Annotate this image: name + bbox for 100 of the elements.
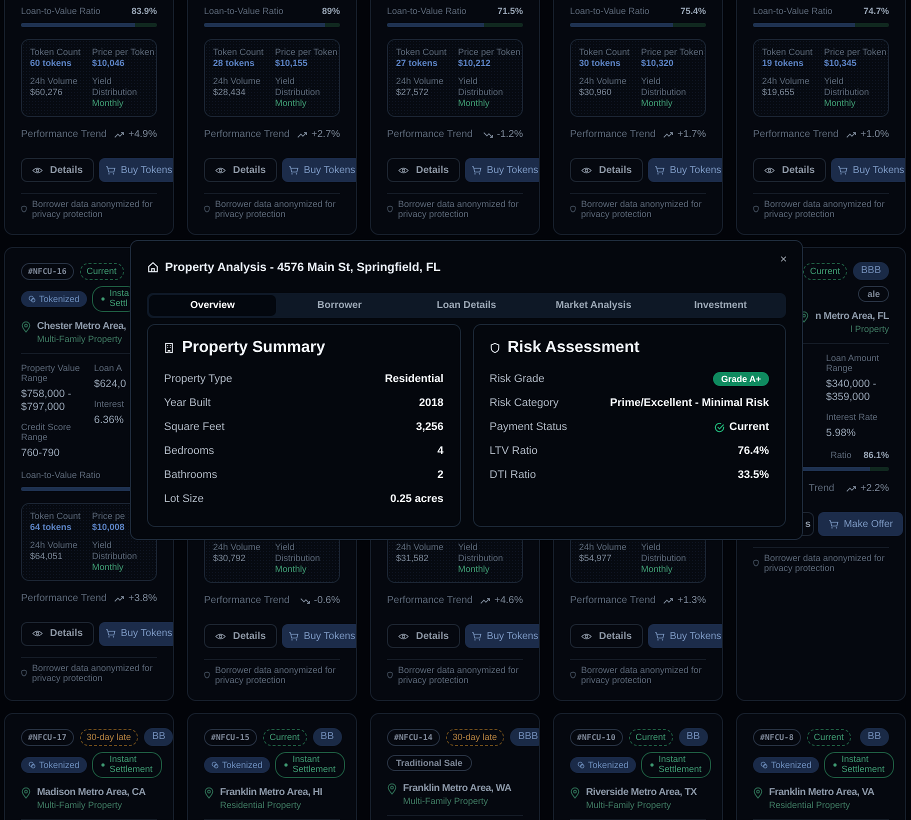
tab[interactable]: Loan Details	[403, 295, 530, 316]
field-value: Current	[729, 421, 769, 433]
dot-icon	[282, 760, 290, 769]
tag: Current	[806, 728, 851, 746]
tab[interactable]: Overview	[149, 295, 276, 316]
trend-label: Performance Trend	[21, 592, 107, 605]
cart-icon	[654, 632, 665, 640]
ltv-value: 86.1%	[863, 450, 889, 461]
badge: Tokenized	[21, 756, 87, 773]
trend-value: +2.7%	[311, 129, 340, 141]
ltv-value: 74.7%	[863, 6, 889, 17]
details-button[interactable]: Details	[570, 158, 643, 182]
tab[interactable]: Investment	[657, 295, 784, 316]
action-button[interactable]: Buy Tokens	[464, 624, 539, 648]
action-button[interactable]: Make Offer	[818, 512, 903, 536]
close-button[interactable]: ×	[774, 250, 792, 268]
dot-icon	[98, 760, 107, 769]
trend-value: +4.9%	[128, 129, 157, 141]
tab[interactable]: Market Analysis	[530, 295, 657, 316]
eye-icon	[398, 166, 409, 174]
stat-value: Monthly	[275, 564, 308, 575]
eye-icon	[581, 166, 592, 174]
shield-icon	[387, 205, 393, 213]
field-label: Square Feet	[164, 421, 225, 433]
location-pin-icon	[387, 783, 397, 795]
ltv-label: Loan-to-Value Ratio	[21, 470, 100, 481]
stat-label: Yield Distribution	[824, 76, 870, 98]
location-name: Franklin Metro Area, VA	[769, 786, 874, 800]
fact-label: Loan A	[94, 362, 124, 373]
stat-label: 24h Volume	[762, 76, 811, 87]
action-button[interactable]: Buy Tokens	[282, 158, 356, 182]
privacy-note: Borrower data anonymized for privacy protection	[581, 665, 703, 685]
stat-value: $10,212	[458, 58, 492, 69]
action-button[interactable]: Buy Tokens	[98, 158, 173, 182]
details-button[interactable]: Details	[387, 624, 460, 648]
field-value: 0.25 acres	[390, 493, 444, 505]
ltv-label: Loan-to-Value Ratio	[204, 6, 284, 17]
stat-label: Yield Distribution	[641, 76, 688, 98]
action-button[interactable]: Buy Tokens	[98, 622, 173, 646]
ltv-label: Loan-to-Value Ratio	[753, 6, 832, 17]
action-button[interactable]: Buy Tokens	[648, 158, 722, 182]
badge: Instant Settlement	[92, 752, 162, 778]
action-button[interactable]: Buy Tokens	[282, 624, 356, 648]
coins-icon	[28, 760, 36, 769]
field-value: 2	[437, 469, 444, 481]
dot-icon	[648, 760, 656, 769]
property-type: Residential Property	[220, 800, 302, 811]
eye-icon	[398, 632, 409, 640]
location-pin-icon	[204, 786, 214, 799]
stat-value: $10,155	[275, 58, 309, 69]
trend-up-icon	[114, 594, 126, 603]
field-label: Property Type	[164, 373, 232, 385]
privacy-note: Borrower data anonymized for privacy protection	[764, 553, 886, 573]
stat-value: 19 tokens	[762, 58, 805, 69]
action-button[interactable]: Buy Tokens	[648, 624, 722, 648]
stat-label: Price per Token	[458, 47, 520, 58]
details-button[interactable]: Details	[21, 158, 94, 182]
details-button[interactable]: Details	[753, 158, 826, 182]
badge: Instant Settlement	[824, 752, 894, 778]
coins-icon	[211, 760, 219, 769]
trend-label: Performance Trend	[204, 129, 290, 141]
stat-value: $10,320	[641, 58, 675, 69]
badge: ale	[858, 286, 889, 302]
shield-icon	[570, 671, 576, 679]
tag: #NFCU-15	[204, 728, 257, 746]
fact-value: $340,000 - $359,000	[826, 378, 878, 404]
badge: Tokenized	[21, 290, 87, 307]
details-button[interactable]: Details	[387, 158, 460, 182]
action-button[interactable]: Buy Tokens	[830, 158, 905, 182]
stat-label: Yield Distribution	[275, 76, 322, 98]
cart-icon	[104, 166, 116, 174]
action-button[interactable]: Buy Tokens	[464, 158, 539, 182]
details-button[interactable]: Details	[204, 624, 277, 648]
badge: Instant Settlement	[640, 752, 711, 778]
details-button[interactable]: Details	[204, 158, 277, 182]
privacy-note: Borrower data anonymized for privacy protection	[32, 199, 154, 219]
property-type: l Property	[850, 324, 889, 335]
stat-value: 27 tokens	[396, 58, 439, 69]
privacy-note: Borrower data anonymized for privacy protection	[581, 199, 703, 219]
shield-icon	[21, 668, 27, 677]
trend-value: -1.2%	[496, 129, 523, 141]
ltv-value: 71.5%	[497, 6, 523, 17]
details-button[interactable]: Details	[570, 624, 643, 648]
stat-value: Monthly	[275, 98, 308, 109]
eye-icon	[764, 166, 775, 174]
tag: BB	[312, 728, 342, 746]
details-button[interactable]: Details	[21, 622, 94, 646]
tag: #NFCU-14	[387, 728, 440, 746]
stat-label: 24h Volume	[396, 542, 445, 553]
trend-up-icon	[663, 131, 674, 139]
field-label: Lot Size	[164, 493, 204, 505]
ltv-label: Loan-to-Value Ratio	[21, 6, 100, 17]
shield-icon	[753, 559, 759, 567]
tag: BB	[860, 728, 889, 746]
field-value: 33.5%	[738, 469, 769, 481]
shield-icon	[204, 205, 210, 213]
tag: #NFCU-17	[21, 728, 74, 746]
stat-label: Price per Token	[824, 47, 886, 58]
tab[interactable]: Borrower	[276, 295, 403, 316]
stat-label: Yield Distribution	[641, 542, 688, 564]
